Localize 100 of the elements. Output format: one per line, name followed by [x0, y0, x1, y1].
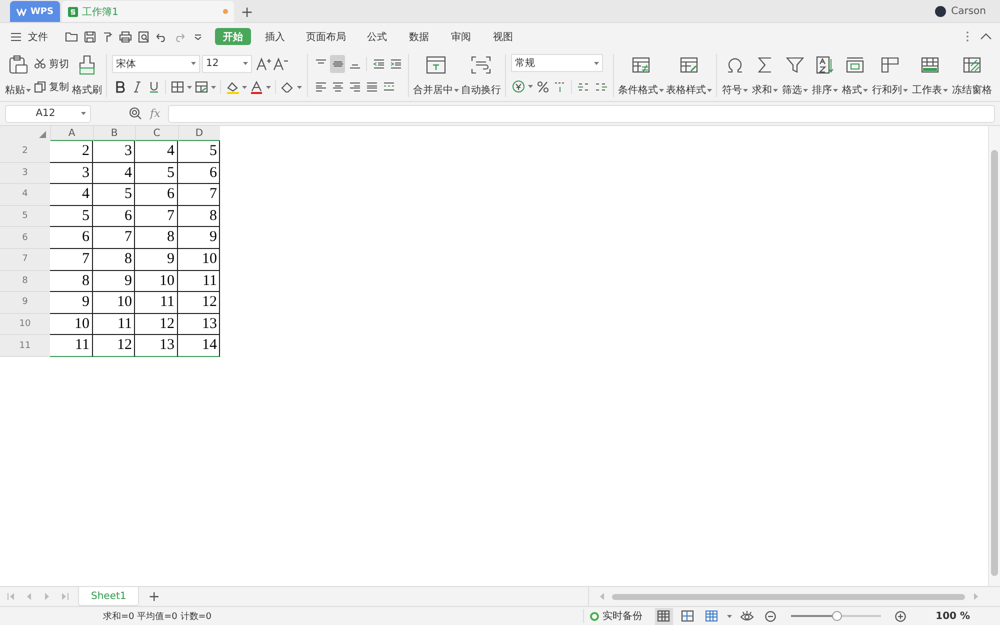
table-cell: 5: [178, 141, 220, 163]
caret-icon[interactable]: [187, 86, 192, 89]
row-header[interactable]: 4: [0, 184, 50, 206]
add-sheet-button[interactable]: +: [148, 588, 160, 604]
ribbon-button[interactable]: 筛选: [780, 52, 810, 99]
table-cell: 11: [178, 270, 220, 292]
name-box[interactable]: A12: [5, 104, 91, 122]
user-name[interactable]: Carson: [951, 6, 986, 17]
header-corner[interactable]: [0, 126, 50, 141]
grid-icon[interactable]: [654, 608, 673, 624]
number-format-dropdown[interactable]: 常规: [511, 54, 603, 72]
table-cell: 3: [92, 141, 135, 163]
new-tab-button[interactable]: +: [234, 1, 260, 22]
ribbon-button[interactable]: 格式刷: [71, 52, 103, 99]
table-cell: 10: [135, 270, 178, 292]
caret-icon[interactable]: [211, 86, 216, 89]
row-header[interactable]: 2: [0, 141, 50, 163]
caret-icon[interactable]: [528, 85, 533, 88]
table-cell: 2: [50, 141, 92, 163]
row-header[interactable]: 5: [0, 206, 50, 228]
caret-icon: [594, 62, 599, 65]
ribbon-tab[interactable]: 审阅: [443, 28, 479, 45]
caret-icon[interactable]: [242, 86, 247, 89]
ribbon-tab[interactable]: 视图: [485, 28, 521, 45]
caret-icon: [191, 62, 196, 66]
row-header[interactable]: 3: [0, 162, 50, 184]
table-cell: 11: [92, 314, 135, 336]
backup-button[interactable]: 实时备份: [582, 609, 649, 623]
menu-icon: [10, 32, 22, 42]
copy-button[interactable]: 复制: [34, 77, 69, 98]
caret-icon[interactable]: [726, 614, 732, 618]
printer-icon[interactable]: [119, 30, 132, 44]
row-header[interactable]: 11: [0, 335, 50, 357]
table-cell: 12: [178, 292, 220, 314]
row-header[interactable]: 10: [0, 314, 50, 336]
magnifier-icon[interactable]: [129, 107, 142, 120]
ribbon-tab[interactable]: 页面布局: [299, 28, 353, 45]
file-menu[interactable]: 文件: [10, 30, 48, 44]
ribbon-button[interactable]: 工作表: [910, 52, 950, 99]
table-cell: 6: [135, 184, 178, 206]
formula-field[interactable]: [168, 104, 995, 122]
table-cell: 5: [50, 206, 92, 228]
caret-icon: [243, 62, 248, 66]
ribbon-button[interactable]: 自动换行: [460, 52, 502, 99]
row-header[interactable]: 7: [0, 248, 50, 271]
table-cell: 4: [92, 162, 135, 184]
ribbon-button[interactable]: 合并居中: [412, 52, 460, 99]
sheet-tab[interactable]: Sheet1: [78, 587, 140, 606]
table-cell: 8: [135, 227, 178, 249]
ribbon-tab[interactable]: 公式: [359, 28, 395, 45]
status-dot-icon: [590, 612, 599, 620]
caret-icon[interactable]: [297, 86, 302, 89]
scissors-icon: [34, 58, 46, 70]
table-cell: 14: [178, 335, 220, 357]
paintbrush-icon: [77, 54, 97, 76]
table-cell: 11: [50, 335, 92, 357]
row-header[interactable]: 9: [0, 292, 50, 314]
magnifier-icon[interactable]: [137, 30, 150, 44]
ribbon-button[interactable]: 粘贴: [4, 52, 32, 99]
save-icon[interactable]: [83, 30, 96, 44]
ribbon-tab[interactable]: 数据: [401, 28, 437, 45]
font-name-dropdown[interactable]: 宋体: [112, 54, 200, 73]
align-middle-icon[interactable]: [330, 54, 345, 73]
ribbon-button[interactable]: 冻结窗格: [950, 52, 994, 99]
ribbon-button[interactable]: 条件格式: [617, 52, 665, 99]
triangle-icon: [39, 131, 46, 138]
row-header[interactable]: 6: [0, 227, 50, 249]
cut-button[interactable]: 剪切: [34, 54, 69, 74]
zoom-level[interactable]: 100 %: [936, 610, 970, 622]
ribbon-button[interactable]: 行和列: [870, 52, 910, 99]
caret-icon[interactable]: [266, 86, 271, 89]
table-cell: 9: [50, 292, 92, 314]
column-header[interactable]: A: [50, 126, 92, 141]
table-cell: 8: [178, 206, 220, 228]
slider-thumb[interactable]: [832, 611, 842, 621]
ribbon-button[interactable]: 求和: [750, 52, 780, 99]
ribbon-button[interactable]: 排序: [810, 52, 840, 99]
next-icon: [971, 592, 980, 602]
row-header[interactable]: 8: [0, 270, 50, 292]
folder-icon[interactable]: [65, 30, 78, 44]
brush-icon[interactable]: [101, 30, 114, 44]
font-size-dropdown[interactable]: 12: [202, 54, 252, 73]
ribbon-button[interactable]: 格式: [840, 52, 870, 99]
column-header[interactable]: C: [135, 126, 178, 141]
table-cell: 4: [135, 141, 178, 163]
table-cell: 12: [92, 335, 135, 357]
caret-icon: [81, 112, 86, 115]
ribbon-button[interactable]: 符号: [720, 52, 750, 99]
table-cell: 10: [92, 292, 135, 314]
column-header[interactable]: B: [92, 126, 135, 141]
table-cell: 6: [178, 162, 220, 184]
ribbon-tab[interactable]: 插入: [257, 28, 293, 45]
scrollbar[interactable]: [988, 126, 1000, 586]
table-cell: 8: [92, 248, 135, 271]
column-header[interactable]: D: [178, 126, 220, 141]
table-cell: 12: [135, 314, 178, 336]
table-cell: 4: [50, 184, 92, 206]
ribbon-button[interactable]: 表格样式: [665, 52, 713, 99]
spreadsheet-icon: [68, 6, 78, 16]
table-cell: 7: [50, 248, 92, 271]
